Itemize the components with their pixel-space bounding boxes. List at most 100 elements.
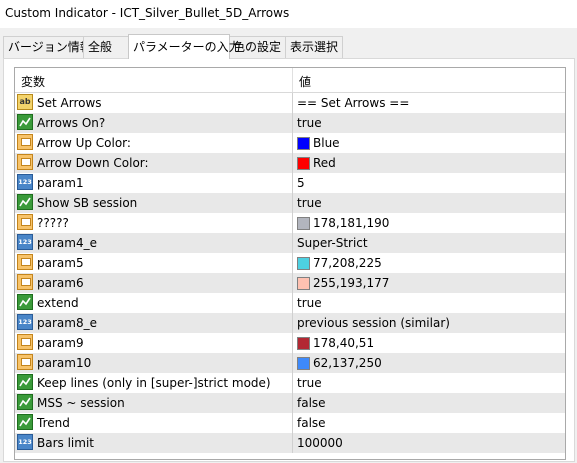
parameter-value[interactable]: Super-Strict [297,236,368,250]
color-icon [17,334,33,350]
parameter-row[interactable]: param5 77,208,225 [15,253,565,274]
parameter-row[interactable]: Arrow Up Color: Blue [15,133,565,154]
parameter-value[interactable]: true [297,296,322,310]
color-icon [17,154,33,170]
parameter-name: param5 [37,256,84,270]
column-divider [292,293,293,313]
parameter-name: Trend [37,416,70,430]
parameter-value[interactable]: true [297,196,322,210]
parameter-value[interactable]: false [297,416,326,430]
parameter-row[interactable]: 123 param8_e previous session (similar) [15,313,565,334]
color-icon [17,254,33,270]
parameter-row[interactable]: ab Set Arrows == Set Arrows == [15,93,565,114]
title-bar: Custom Indicator - ICT_Silver_Bullet_5D_… [0,0,577,28]
parameter-row[interactable]: 123 param4_e Super-Strict [15,233,565,254]
parameter-row[interactable]: param9 178,40,51 [15,333,565,354]
column-divider [292,253,293,273]
column-divider [292,353,293,373]
parameter-row[interactable]: MSS ~ session false [15,393,565,414]
parameter-value[interactable]: 62,137,250 [313,356,382,370]
column-header-value[interactable]: 値 [299,73,311,90]
tab-version-info[interactable]: バージョン情報 [3,36,92,58]
parameter-name: ????? [37,216,69,230]
bool-icon [17,374,33,390]
bool-icon [17,294,33,310]
color-swatch[interactable] [297,337,310,350]
color-swatch[interactable] [297,257,310,270]
parameter-name: param8_e [37,316,97,330]
parameter-row[interactable]: Trend false [15,413,565,434]
parameter-name: MSS ~ session [37,396,125,410]
parameter-row[interactable]: param10 62,137,250 [15,353,565,374]
column-divider [292,393,293,413]
color-icon [17,214,33,230]
color-icon [17,274,33,290]
parameter-value[interactable]: == Set Arrows == [297,96,409,110]
parameter-row[interactable]: ????? 178,181,190 [15,213,565,234]
parameter-name: param4_e [37,236,97,250]
parameter-row[interactable]: extend true [15,293,565,314]
parameter-row[interactable]: 123 param1 5 [15,173,565,194]
column-divider [292,153,293,173]
bool-icon [17,414,33,430]
column-divider [292,273,293,293]
parameter-row[interactable]: param6 255,193,177 [15,273,565,294]
parameter-value[interactable]: true [297,376,322,390]
column-header-variable[interactable]: 変数 [21,73,45,90]
string-icon: ab [17,94,33,110]
bool-icon [17,394,33,410]
column-divider [292,213,293,233]
int-icon: 123 [17,314,33,330]
parameter-value[interactable]: Red [313,156,336,170]
column-divider[interactable] [292,68,293,92]
parameter-value[interactable]: 77,208,225 [313,256,382,270]
color-swatch[interactable] [297,137,310,150]
parameter-value[interactable]: 178,181,190 [313,216,389,230]
column-divider [292,113,293,133]
parameter-row[interactable]: Arrows On? true [15,113,565,134]
parameter-name: Bars limit [37,436,94,450]
tab-general[interactable]: 全般 [83,36,129,58]
parameter-row[interactable]: 123 Bars limit 100000 [15,433,565,454]
parameter-row[interactable]: Arrow Down Color: Red [15,153,565,174]
column-divider [292,233,293,253]
int-icon: 123 [17,174,33,190]
parameter-value[interactable]: previous session (similar) [297,316,450,330]
parameter-value[interactable]: false [297,396,326,410]
color-swatch[interactable] [297,357,310,370]
parameter-value[interactable]: 100000 [297,436,343,450]
color-swatch[interactable] [297,157,310,170]
parameter-value[interactable]: true [297,116,322,130]
column-divider [292,333,293,353]
parameter-name: Arrow Down Color: [37,156,149,170]
column-divider [292,373,293,393]
parameter-name: Set Arrows [37,96,102,110]
parameter-name: param9 [37,336,84,350]
parameter-name: param1 [37,176,84,190]
tab-display-selection[interactable]: 表示選択 [285,36,343,58]
parameter-value[interactable]: 178,40,51 [313,336,374,350]
parameter-value[interactable]: Blue [313,136,340,150]
grid-header: 変数 値 [15,68,565,93]
parameter-row[interactable]: Show SB session true [15,193,565,214]
tab-input-parameters[interactable]: パラメーターの入力 [128,34,241,59]
column-divider [292,413,293,433]
parameter-value[interactable]: 255,193,177 [313,276,389,290]
parameter-name: Show SB session [37,196,138,210]
column-divider [292,93,293,113]
color-icon [17,134,33,150]
column-divider [292,173,293,193]
bool-icon [17,194,33,210]
column-divider [292,433,293,453]
parameter-name: Keep lines (only in [super-]strict mode) [37,376,271,390]
parameter-name: Arrow Up Color: [37,136,131,150]
column-divider [292,313,293,333]
parameter-name: extend [37,296,79,310]
window-title: Custom Indicator - ICT_Silver_Bullet_5D_… [5,6,290,20]
parameter-name: Arrows On? [37,116,106,130]
column-divider [292,193,293,213]
color-swatch[interactable] [297,277,310,290]
parameter-row[interactable]: Keep lines (only in [super-]strict mode)… [15,373,565,394]
color-swatch[interactable] [297,217,310,230]
parameter-value[interactable]: 5 [297,176,305,190]
